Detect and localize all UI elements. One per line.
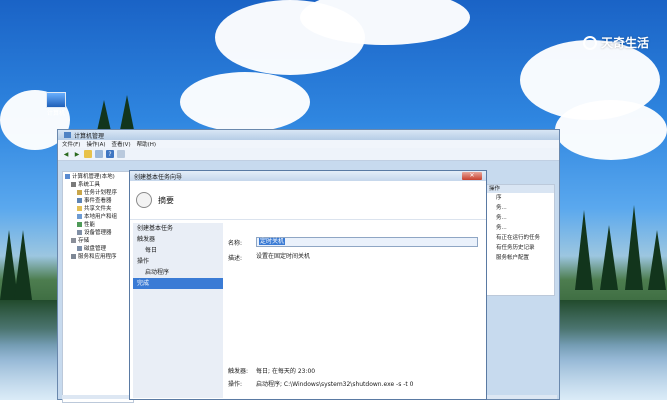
- wizard-title: 创建基本任务向导: [134, 173, 183, 181]
- mmc-title: 计算机管理: [74, 132, 105, 140]
- help-icon[interactable]: ?: [106, 150, 114, 158]
- step-create-basic-task[interactable]: 创建基本任务: [133, 223, 223, 234]
- action-label: 操作:: [228, 381, 243, 388]
- create-basic-task-wizard: 创建基本任务向导 ✕ 摘要 创建基本任务 触发器 每日 操作 启动程序 完成 名…: [129, 170, 487, 400]
- clock-icon: [136, 192, 152, 208]
- storage-icon: [71, 237, 76, 243]
- desktop-icon-label: 计算机: [46, 110, 65, 117]
- step-start-program[interactable]: 启动程序: [133, 267, 223, 278]
- computer-icon: [46, 92, 66, 108]
- wizard-heading: 摘要: [158, 195, 174, 205]
- menu-file[interactable]: 文件(F): [62, 140, 80, 148]
- trigger-label: 触发器:: [228, 368, 249, 375]
- close-button[interactable]: ✕: [462, 172, 482, 180]
- menu-action[interactable]: 操作(A): [86, 140, 105, 148]
- step-action[interactable]: 操作: [133, 256, 223, 267]
- description-row: 描述: 设置在固定时间关机: [228, 253, 476, 351]
- watermark-logo-icon: [582, 35, 597, 50]
- tree-node-performance[interactable]: 性能: [63, 220, 133, 228]
- forward-icon[interactable]: ▶: [73, 150, 81, 158]
- performance-icon: [77, 221, 82, 227]
- tree-node-storage[interactable]: 存储: [63, 236, 133, 244]
- toolbar: ◀ ▶ ?: [58, 148, 559, 161]
- shared-folder-icon: [77, 205, 82, 211]
- action-item[interactable]: 序: [486, 193, 554, 203]
- summary-panel: 名称: 定时关机 描述: 设置在固定时间关机 触发器: 每日; 在每天的 23:…: [228, 231, 478, 401]
- trigger-row: 触发器: 每日; 在每天的 23:00: [228, 366, 315, 375]
- tree-node-local-users[interactable]: 本地用户和组: [63, 212, 133, 220]
- action-row: 操作: 启动程序; C:\Windows\system32\shutdown.e…: [228, 379, 414, 388]
- desktop-icon-computer[interactable]: 计算机: [40, 92, 72, 117]
- name-field[interactable]: 定时关机: [256, 237, 478, 247]
- device-manager-icon: [77, 229, 82, 235]
- services-icon: [71, 253, 76, 259]
- tools-icon: [71, 181, 76, 187]
- description-field[interactable]: 设置在固定时间关机: [256, 253, 476, 351]
- tree-node-event-viewer[interactable]: 事件查看器: [63, 196, 133, 204]
- disk-icon: [77, 245, 82, 251]
- actions-pane: 操作 序 务... 务... 务... 有正在运行的任务 有任务历史记录 服务帐…: [485, 184, 555, 296]
- action-item[interactable]: 务...: [486, 213, 554, 223]
- name-value: 定时关机: [259, 238, 286, 245]
- folder-up-icon[interactable]: [84, 150, 92, 158]
- action-item-running-tasks[interactable]: 有正在运行的任务: [486, 233, 554, 243]
- actions-header: 操作: [486, 185, 554, 193]
- tree-node-task-scheduler[interactable]: 任务计划程序: [63, 188, 133, 196]
- mmc-titlebar[interactable]: 计算机管理: [58, 130, 559, 140]
- action-item-task-history[interactable]: 有任务历史记录: [486, 243, 554, 253]
- tree-node-shared-folders[interactable]: 共享文件夹: [63, 204, 133, 212]
- step-trigger[interactable]: 触发器: [133, 234, 223, 245]
- step-daily[interactable]: 每日: [133, 245, 223, 256]
- tree-node-device-manager[interactable]: 设备管理器: [63, 228, 133, 236]
- properties-icon[interactable]: [117, 150, 125, 158]
- action-value: 启动程序; C:\Windows\system32\shutdown.exe -…: [256, 381, 414, 388]
- back-icon[interactable]: ◀: [62, 150, 70, 158]
- show-hide-tree-icon[interactable]: [95, 150, 103, 158]
- wizard-header: 摘要: [130, 181, 486, 220]
- action-item-service-account[interactable]: 服务帐户配置: [486, 253, 554, 263]
- tree-node-disk-management[interactable]: 磁盘管理: [63, 244, 133, 252]
- menu-view[interactable]: 查看(V): [112, 140, 131, 148]
- tree-node-services[interactable]: 服务和应用程序: [63, 252, 133, 260]
- action-item[interactable]: 务...: [486, 223, 554, 233]
- app-icon: [64, 132, 71, 138]
- task-scheduler-icon: [77, 189, 82, 195]
- computer-management-icon: [65, 173, 70, 179]
- tree-node-system-tools[interactable]: 系统工具: [63, 180, 133, 188]
- tree-node-root[interactable]: 计算机管理(本地): [63, 172, 133, 180]
- step-finish[interactable]: 完成: [133, 278, 223, 289]
- trigger-value: 每日; 在每天的 23:00: [256, 368, 316, 375]
- wizard-titlebar[interactable]: 创建基本任务向导 ✕: [130, 171, 486, 181]
- action-item[interactable]: 务...: [486, 203, 554, 213]
- menu-bar: 文件(F) 操作(A) 查看(V) 帮助(H): [58, 140, 559, 148]
- description-label: 描述:: [228, 255, 243, 262]
- console-tree: 计算机管理(本地) 系统工具 任务计划程序 事件查看器 共享文件夹 本地用户和组…: [62, 171, 134, 403]
- name-row: 名称: 定时关机: [228, 237, 478, 247]
- name-label: 名称:: [228, 239, 243, 247]
- wizard-steps: 创建基本任务 触发器 每日 操作 启动程序 完成: [133, 223, 223, 398]
- watermark-text: 天奇生活: [600, 36, 649, 50]
- watermark: 天奇生活: [582, 34, 649, 51]
- users-icon: [77, 213, 82, 219]
- menu-help[interactable]: 帮助(H): [137, 140, 156, 148]
- event-viewer-icon: [77, 197, 82, 203]
